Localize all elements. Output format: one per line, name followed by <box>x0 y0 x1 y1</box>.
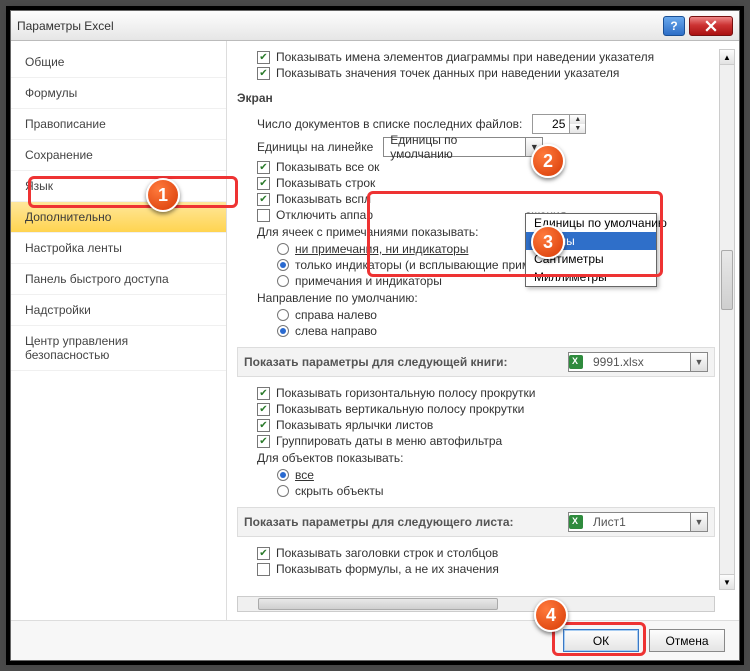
checkbox[interactable] <box>257 193 270 206</box>
chevron-down-icon[interactable]: ▼ <box>690 353 707 371</box>
check-label: Показывать формулы, а не их значения <box>276 562 499 576</box>
recent-docs-label: Число документов в списке последних файл… <box>257 117 522 131</box>
checkbox[interactable] <box>257 563 270 576</box>
close-icon <box>705 20 717 32</box>
recent-docs-input[interactable] <box>533 117 569 131</box>
book-combo[interactable]: 9991.xlsx ▼ <box>568 352 708 372</box>
check-label: Показывать заголовки строк и столбцов <box>276 546 498 560</box>
callout-2: 2 <box>531 144 565 178</box>
check-label: Показывать все ок <box>276 160 379 174</box>
check-label: Показывать вспл <box>276 192 371 206</box>
book-params-band: Показать параметры для следующей книги: … <box>237 347 715 377</box>
checkbox[interactable] <box>257 547 270 560</box>
radio[interactable] <box>277 275 289 287</box>
radio[interactable] <box>277 469 289 481</box>
scroll-up-icon[interactable]: ▲ <box>720 50 734 65</box>
radio[interactable] <box>277 243 289 255</box>
radio-label: ни примечания, ни индикаторы <box>295 242 468 256</box>
radio-label: все <box>295 468 314 482</box>
sheet-combo[interactable]: Лист1 ▼ <box>568 512 708 532</box>
spinner-down-icon[interactable]: ▼ <box>570 124 585 133</box>
checkbox[interactable] <box>257 161 270 174</box>
direction-label: Направление по умолчанию: <box>237 289 715 307</box>
radio-label: справа налево <box>295 308 377 322</box>
dropdown-option[interactable]: Миллиметры <box>526 268 656 286</box>
sidebar-item-addins[interactable]: Надстройки <box>11 295 226 326</box>
window-title: Параметры Excel <box>17 19 114 33</box>
ok-button[interactable]: ОК <box>563 629 639 652</box>
checkbox[interactable] <box>257 209 270 222</box>
horizontal-scrollbar[interactable] <box>237 596 715 612</box>
sidebar-item-save[interactable]: Сохранение <box>11 140 226 171</box>
book-value: 9991.xlsx <box>587 355 690 369</box>
sheet-band-label: Показать параметры для следующего листа: <box>244 515 514 529</box>
vertical-scrollbar[interactable]: ▲ ▼ <box>719 49 735 590</box>
scroll-thumb-h[interactable] <box>258 598 498 610</box>
checkbox[interactable] <box>257 51 270 64</box>
sheet-value: Лист1 <box>587 515 690 529</box>
sidebar-item-language[interactable]: Язык <box>11 171 226 202</box>
cancel-button[interactable]: Отмена <box>649 629 725 652</box>
sidebar-item-ribbon[interactable]: Настройка ленты <box>11 233 226 264</box>
check-label: Показывать имена элементов диаграммы при… <box>276 50 654 64</box>
ruler-units-label: Единицы на линейке <box>257 140 373 154</box>
spinner-up-icon[interactable]: ▲ <box>570 115 585 124</box>
check-label: Показывать горизонтальную полосу прокрут… <box>276 386 535 400</box>
section-screen: Экран <box>237 91 715 107</box>
options-dialog: Параметры Excel ? Общие Формулы Правопис… <box>10 10 740 661</box>
check-label: Показывать вертикальную полосу прокрутки <box>276 402 524 416</box>
check-label: Показывать значения точек данных при нав… <box>276 66 619 80</box>
content-panel: Показывать имена элементов диаграммы при… <box>227 41 739 620</box>
titlebar: Параметры Excel ? <box>11 11 739 41</box>
radio[interactable] <box>277 259 289 271</box>
sheet-params-band: Показать параметры для следующего листа:… <box>237 507 715 537</box>
chevron-down-icon[interactable]: ▼ <box>690 513 707 531</box>
excel-file-icon <box>569 355 583 369</box>
radio[interactable] <box>277 485 289 497</box>
scroll-thumb[interactable] <box>721 250 733 310</box>
checkbox[interactable] <box>257 403 270 416</box>
callout-3: 3 <box>531 225 565 259</box>
sidebar-item-general[interactable]: Общие <box>11 47 226 78</box>
sidebar-item-qat[interactable]: Панель быстрого доступа <box>11 264 226 295</box>
check-label: Показывать строк <box>276 176 375 190</box>
sidebar: Общие Формулы Правописание Сохранение Яз… <box>11 41 227 620</box>
sheet-icon <box>569 515 583 529</box>
checkbox[interactable] <box>257 67 270 80</box>
close-button[interactable] <box>689 16 733 36</box>
recent-docs-spinner[interactable]: ▲▼ <box>532 114 586 134</box>
check-label: Отключить аппар <box>276 208 373 222</box>
check-label: Показывать ярлычки листов <box>276 418 433 432</box>
dialog-footer: ОК Отмена <box>11 620 739 660</box>
radio[interactable] <box>277 309 289 321</box>
callout-4: 4 <box>534 598 568 632</box>
objects-label: Для объектов показывать: <box>237 449 715 467</box>
check-label: Группировать даты в меню автофильтра <box>276 434 502 448</box>
book-band-label: Показать параметры для следующей книги: <box>244 355 508 369</box>
callout-1: 1 <box>146 178 180 212</box>
radio-label: скрыть объекты <box>295 484 383 498</box>
sidebar-item-proofing[interactable]: Правописание <box>11 109 226 140</box>
ruler-units-combo[interactable]: Единицы по умолчанию ▼ <box>383 137 543 157</box>
help-button[interactable]: ? <box>663 16 685 36</box>
sidebar-item-formulas[interactable]: Формулы <box>11 78 226 109</box>
radio[interactable] <box>277 325 289 337</box>
radio-label: слева направо <box>295 324 377 338</box>
radio-label: примечания и индикаторы <box>295 274 442 288</box>
ruler-units-value: Единицы по умолчанию <box>384 133 525 161</box>
sidebar-item-trustcenter[interactable]: Центр управления безопасностью <box>11 326 226 371</box>
scroll-down-icon[interactable]: ▼ <box>720 574 734 589</box>
sidebar-item-advanced[interactable]: Дополнительно <box>11 202 226 233</box>
checkbox[interactable] <box>257 419 270 432</box>
checkbox[interactable] <box>257 387 270 400</box>
checkbox[interactable] <box>257 435 270 448</box>
checkbox[interactable] <box>257 177 270 190</box>
